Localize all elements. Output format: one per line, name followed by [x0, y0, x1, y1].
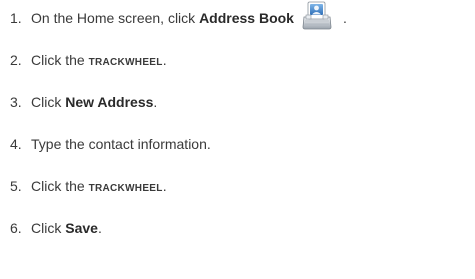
step-text: Click: [31, 220, 62, 236]
step-text: On the Home screen, click: [31, 10, 200, 26]
step-2: 2. Click the TRACKWHEEL.: [10, 49, 167, 71]
step-6: 6. Click Save.: [10, 217, 102, 239]
step-number: 6.: [10, 220, 22, 236]
step-text: .: [342, 10, 347, 26]
step-text: Click the: [31, 52, 85, 68]
address-book-icon: [301, 0, 333, 30]
ui-term: TRACKWHEEL: [88, 178, 163, 194]
step-number: 1.: [10, 10, 22, 26]
step-text: Type the contact information.: [31, 136, 211, 152]
step-text: Click the: [31, 178, 85, 194]
step-number: 4.: [10, 136, 22, 152]
step-3: 3. Click New Address.: [10, 91, 157, 113]
step-number: 5.: [10, 178, 22, 194]
step-text: .: [97, 220, 102, 236]
ui-term: Save: [65, 220, 98, 236]
step-text: .: [162, 52, 167, 68]
step-text: .: [162, 178, 167, 194]
step-1: 1. On the Home screen, click Address Boo…: [10, 1, 347, 30]
ui-term: New Address: [65, 94, 154, 110]
step-number: 2.: [10, 52, 22, 68]
ui-term: Address Book: [199, 10, 294, 26]
step-number: 3.: [10, 94, 22, 110]
step-text: Click: [31, 94, 62, 110]
step-4: 4. Type the contact information.: [10, 133, 211, 155]
step-5: 5. Click the TRACKWHEEL.: [10, 175, 167, 197]
step-text: .: [153, 94, 158, 110]
ui-term: TRACKWHEEL: [88, 52, 163, 68]
